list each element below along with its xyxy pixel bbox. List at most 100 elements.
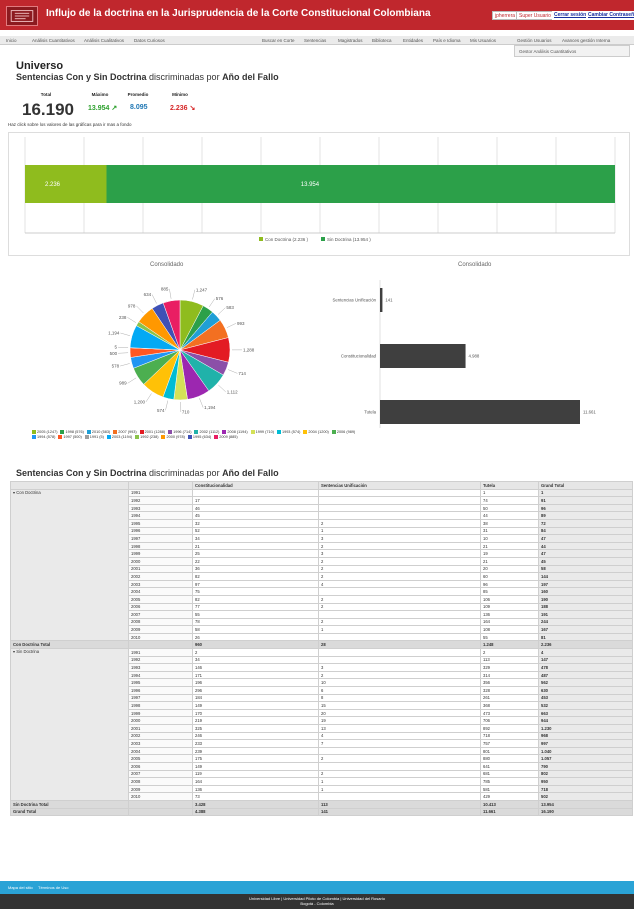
nav-analisis-cualitativos[interactable]: Análisis Cualitativos (84, 38, 124, 43)
table-cell: 329 (480, 663, 539, 672)
grand-total-cell: 1.057 (538, 754, 633, 763)
year-cell: 1999 (128, 708, 193, 718)
nav-analisis-cuantitativos[interactable]: Análisis Cuantitativos (32, 38, 75, 43)
stat-max-number: 13.954 (88, 105, 110, 112)
table-cell: 2 (318, 556, 481, 566)
table-cell: 1 (318, 625, 481, 634)
pie-legend-item[interactable]: 1997 (500) (58, 435, 82, 440)
pie-leader-line (209, 298, 215, 308)
page-subtitle: Sentencias Con y Sin Doctrina discrimina… (16, 72, 279, 82)
year-cell: 1995 (128, 678, 193, 688)
hbar-bar[interactable] (380, 344, 466, 368)
year-cell: 2001 (128, 724, 193, 733)
stacked-bar-segment[interactable] (106, 165, 616, 203)
table-cell: 2 (318, 594, 481, 604)
table-cell: 2 (318, 602, 481, 612)
nav-datos-curiosos[interactable]: Datos Curiosos (134, 38, 165, 43)
grand-total-cell: 197 (538, 579, 633, 589)
pie-value-label: 714 (238, 371, 246, 376)
nav-sentencias[interactable]: Sentencias (304, 38, 326, 43)
page-heading: Universo (16, 60, 64, 72)
pie-value-label: 574 (157, 408, 165, 413)
year-cell: 1994 (128, 670, 193, 680)
legend-label[interactable]: Con Doctrina (2.236 ) (265, 237, 309, 242)
nav-inicio[interactable]: Inicio (6, 38, 17, 43)
table-cell: 46 (192, 503, 319, 513)
dropdown-item-gestor[interactable]: Gestor Análisis Cuantitativos (519, 49, 576, 54)
table-cell: 328 (480, 686, 539, 695)
hbar-bar[interactable] (380, 400, 580, 424)
pie-legend-item[interactable]: 1995 (634) (187, 435, 212, 440)
pie-legend-item[interactable]: 1991 (5) (84, 435, 104, 440)
table-cell: 325 (192, 724, 319, 733)
nav-entidades[interactable]: Entidades (403, 38, 423, 43)
pie-legend-item[interactable]: 2006 (989) (331, 430, 355, 435)
nav-magistrados[interactable]: Magistrados (338, 38, 363, 43)
table-row: ▾ Sin Doctrina 1991 2 2 4 (10, 648, 633, 801)
table-cell (318, 792, 481, 801)
table-cell: 2 (318, 564, 481, 574)
legend-label[interactable]: Sin Doctrina (13.954 ) (327, 237, 371, 242)
nav-gestion-usuarios[interactable]: Gestión Usuarios (517, 38, 552, 43)
table-cell: Grand Total (10, 807, 129, 817)
user-badge[interactable]: jpherrera (492, 11, 519, 20)
footer-universities: Universidad Libre | Universidad Piloto d… (249, 896, 385, 901)
nav-biblioteca[interactable]: Biblioteca (372, 38, 392, 43)
table-cell: 78 (192, 617, 319, 627)
table-cell (318, 488, 481, 498)
table-cell: 25 (192, 549, 319, 558)
group-toggle[interactable]: ▾ Con Doctrina (10, 488, 129, 642)
hbar-bar[interactable] (380, 288, 383, 312)
year-cell: 1998 (128, 701, 193, 710)
pie-legend-item[interactable]: 1999 (710) (250, 430, 274, 435)
table-cell: 3 (318, 663, 481, 672)
stat-min-label: Mínimo (172, 92, 188, 97)
pie-legend: 2005 (1247) 1998 (576) 2010 (583) 2007 (993… (32, 430, 362, 440)
pie-legend-item[interactable]: 1992 (238) (135, 435, 158, 440)
logo[interactable] (6, 6, 38, 26)
pie-legend-item[interactable]: 2003 (1194) (106, 435, 132, 440)
pie-value-label: 1,288 (243, 347, 255, 352)
pie-value-label: 578 (112, 364, 120, 369)
pie-legend-item[interactable]: 1993 (574) (276, 430, 300, 435)
legend-label: 1991 (5) (89, 435, 104, 439)
pie-legend-item[interactable]: 2004 (1200) (303, 430, 329, 435)
footer-link-terms[interactable]: Términos de Uso (38, 885, 68, 890)
footer-link-sitemap[interactable]: Mapa del sitio (8, 885, 33, 890)
table-cell: 82 (192, 572, 319, 581)
year-cell: 2005 (128, 754, 193, 763)
grand-total-cell: 718 (538, 784, 633, 794)
stacked-bar-segment[interactable] (25, 165, 107, 203)
nav-buscar-en-corte[interactable]: Buscar en Corte (262, 38, 295, 43)
grand-total-cell: 502 (538, 792, 633, 801)
table-cell: 681 (480, 769, 539, 779)
table-cell: 17 (192, 496, 319, 505)
pie-leader-line (120, 332, 131, 336)
year-cell: 2007 (128, 769, 193, 779)
grand-total-cell: 950 (538, 777, 633, 786)
table-cell: 10 (480, 534, 539, 543)
legend-label: 2000 (978) (166, 435, 185, 439)
pie-legend-item[interactable]: 2000 (978) (161, 435, 185, 440)
pie-legend-item[interactable]: 1994 (578) (32, 435, 55, 440)
table-cell: 196 (192, 678, 319, 688)
change-password-link[interactable]: Cambiar Contraseña (586, 11, 634, 20)
legend-label: 1995 (634) (192, 435, 212, 439)
grand-total-cell: 44 (538, 541, 633, 551)
legend-label: 2009 (885) (219, 435, 238, 439)
grand-total-cell: 45 (538, 556, 633, 566)
nav-avances-gestion[interactable]: Avances gestión Interna (562, 38, 610, 43)
table-cell: 113 (480, 655, 539, 665)
nav-pais-idioma[interactable]: País e Idioma (433, 38, 461, 43)
bar-value-label: 13.954 (301, 182, 320, 188)
pie-value-label: 989 (119, 381, 127, 386)
pie-legend-item[interactable]: 2009 (885) (214, 435, 238, 440)
legend-label: 2008 (1194) (227, 430, 248, 434)
nav-mis-usuarios[interactable]: Mis Usuarios (470, 38, 496, 43)
group-toggle[interactable]: ▾ Sin Doctrina (10, 648, 129, 801)
hbar-value-label: 11.661 (583, 410, 596, 415)
table-cell: Sin Doctrina Total (10, 799, 129, 809)
pie-value-label: 1,200 (134, 399, 146, 404)
table-cell: 136 (192, 784, 319, 794)
logout-link[interactable]: Cerrar sesión (552, 11, 589, 20)
